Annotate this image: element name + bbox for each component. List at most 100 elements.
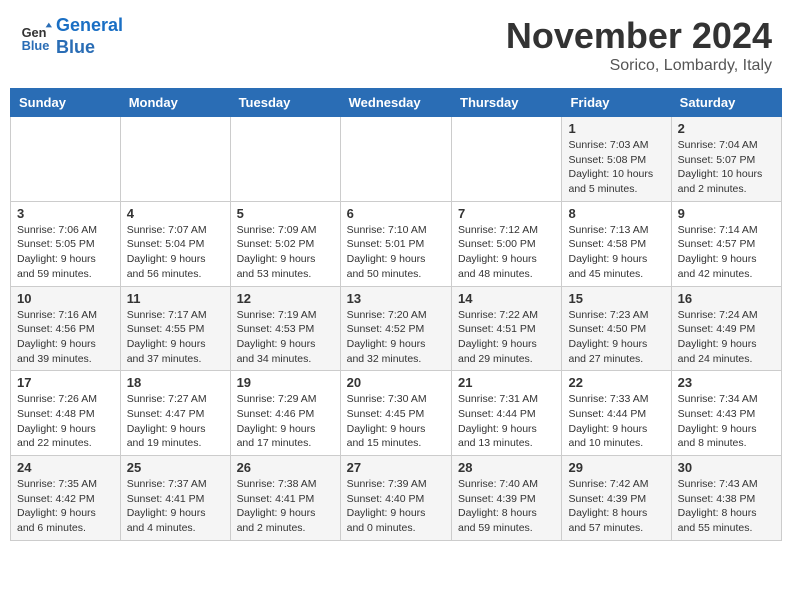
calendar-cell: 6 Sunrise: 7:10 AM Sunset: 5:01 PM Daylig… [340,201,451,286]
calendar-week-row: 1 Sunrise: 7:03 AM Sunset: 5:08 PM Daylig… [11,117,782,202]
day-number: 15 [568,291,664,306]
day-info: Sunrise: 7:10 AM Sunset: 5:01 PM Dayligh… [347,223,445,282]
day-number: 29 [568,460,664,475]
day-info: Sunrise: 7:24 AM Sunset: 4:49 PM Dayligh… [678,308,775,367]
calendar-cell: 5Sunrise: 7:09 AM Sunset: 5:02 PM Daylig… [230,201,340,286]
calendar-cell: 19Sunrise: 7:29 AM Sunset: 4:46 PM Dayli… [230,371,340,456]
calendar-table: SundayMondayTuesdayWednesdayThursdayFrid… [10,88,782,541]
calendar-cell [230,117,340,202]
weekday-header: Sunday [11,89,121,117]
calendar-cell: 17 Sunrise: 7:26 AM Sunset: 4:48 PM Dayli… [11,371,121,456]
day-number: 3 [17,206,114,221]
calendar-cell: 4Sunrise: 7:07 AM Sunset: 5:04 PM Daylig… [120,201,230,286]
calendar-cell: 20 Sunrise: 7:30 AM Sunset: 4:45 PM Dayli… [340,371,451,456]
calendar-header: SundayMondayTuesdayWednesdayThursdayFrid… [11,89,782,117]
calendar-cell: 2 Sunrise: 7:04 AM Sunset: 5:07 PM Daylig… [671,117,781,202]
day-info: Sunrise: 7:16 AM Sunset: 4:56 PM Dayligh… [17,308,114,367]
day-number: 1 [568,121,664,136]
day-info: Sunrise: 7:30 AM Sunset: 4:45 PM Dayligh… [347,392,445,451]
calendar-week-row: 24Sunrise: 7:35 AM Sunset: 4:42 PM Dayli… [11,456,782,541]
calendar-cell: 23 Sunrise: 7:34 AM Sunset: 4:43 PM Dayli… [671,371,781,456]
day-number: 4 [127,206,224,221]
day-number: 27 [347,460,445,475]
weekday-header: Friday [562,89,671,117]
calendar-cell: 26Sunrise: 7:38 AM Sunset: 4:41 PM Dayli… [230,456,340,541]
weekday-header: Monday [120,89,230,117]
calendar-cell [452,117,562,202]
day-info: Sunrise: 7:14 AM Sunset: 4:57 PM Dayligh… [678,223,775,282]
calendar-cell: 24Sunrise: 7:35 AM Sunset: 4:42 PM Dayli… [11,456,121,541]
calendar-cell: 29 Sunrise: 7:42 AM Sunset: 4:39 PM Dayli… [562,456,671,541]
day-number: 16 [678,291,775,306]
day-number: 8 [568,206,664,221]
weekday-header: Saturday [671,89,781,117]
day-info: Sunrise: 7:23 AM Sunset: 4:50 PM Dayligh… [568,308,664,367]
logo: Gen Blue GeneralBlue [20,15,123,58]
day-info: Sunrise: 7:33 AM Sunset: 4:44 PM Dayligh… [568,392,664,451]
calendar-cell: 28 Sunrise: 7:40 AM Sunset: 4:39 PM Dayli… [452,456,562,541]
weekday-header: Wednesday [340,89,451,117]
calendar-cell: 13Sunrise: 7:20 AM Sunset: 4:52 PM Dayli… [340,286,451,371]
day-info: Sunrise: 7:34 AM Sunset: 4:43 PM Dayligh… [678,392,775,451]
day-number: 17 [17,375,114,390]
calendar-cell: 7Sunrise: 7:12 AM Sunset: 5:00 PM Daylig… [452,201,562,286]
page-header: Gen Blue GeneralBlue November 2024 Soric… [10,10,782,80]
calendar-cell: 16 Sunrise: 7:24 AM Sunset: 4:49 PM Dayli… [671,286,781,371]
calendar-body: 1 Sunrise: 7:03 AM Sunset: 5:08 PM Daylig… [11,117,782,541]
day-info: Sunrise: 7:03 AM Sunset: 5:08 PM Dayligh… [568,138,664,197]
day-number: 28 [458,460,555,475]
day-info: Sunrise: 7:12 AM Sunset: 5:00 PM Dayligh… [458,223,555,282]
logo-icon: Gen Blue [20,21,52,53]
calendar-cell: 8 Sunrise: 7:13 AM Sunset: 4:58 PM Daylig… [562,201,671,286]
calendar-cell [120,117,230,202]
calendar-cell: 21 Sunrise: 7:31 AM Sunset: 4:44 PM Dayli… [452,371,562,456]
day-number: 6 [347,206,445,221]
calendar-cell: 27Sunrise: 7:39 AM Sunset: 4:40 PM Dayli… [340,456,451,541]
day-info: Sunrise: 7:43 AM Sunset: 4:38 PM Dayligh… [678,477,775,536]
day-number: 22 [568,375,664,390]
day-info: Sunrise: 7:20 AM Sunset: 4:52 PM Dayligh… [347,308,445,367]
weekday-header: Tuesday [230,89,340,117]
day-number: 18 [127,375,224,390]
day-number: 24 [17,460,114,475]
day-info: Sunrise: 7:13 AM Sunset: 4:58 PM Dayligh… [568,223,664,282]
calendar-week-row: 17 Sunrise: 7:26 AM Sunset: 4:48 PM Dayli… [11,371,782,456]
day-info: Sunrise: 7:31 AM Sunset: 4:44 PM Dayligh… [458,392,555,451]
day-info: Sunrise: 7:42 AM Sunset: 4:39 PM Dayligh… [568,477,664,536]
calendar-cell: 18Sunrise: 7:27 AM Sunset: 4:47 PM Dayli… [120,371,230,456]
calendar-cell: 1 Sunrise: 7:03 AM Sunset: 5:08 PM Daylig… [562,117,671,202]
day-info: Sunrise: 7:29 AM Sunset: 4:46 PM Dayligh… [237,392,334,451]
day-info: Sunrise: 7:22 AM Sunset: 4:51 PM Dayligh… [458,308,555,367]
calendar-cell [11,117,121,202]
day-number: 5 [237,206,334,221]
day-number: 14 [458,291,555,306]
day-info: Sunrise: 7:38 AM Sunset: 4:41 PM Dayligh… [237,477,334,536]
calendar-cell: 25Sunrise: 7:37 AM Sunset: 4:41 PM Dayli… [120,456,230,541]
day-number: 10 [17,291,114,306]
calendar-cell: 15 Sunrise: 7:23 AM Sunset: 4:50 PM Dayli… [562,286,671,371]
day-number: 21 [458,375,555,390]
day-number: 12 [237,291,334,306]
month-title: November 2024 [506,15,772,57]
logo-line2: Blue [56,37,95,57]
calendar-cell: 14 Sunrise: 7:22 AM Sunset: 4:51 PM Dayli… [452,286,562,371]
day-number: 11 [127,291,224,306]
day-info: Sunrise: 7:04 AM Sunset: 5:07 PM Dayligh… [678,138,775,197]
day-number: 9 [678,206,775,221]
title-block: November 2024 Sorico, Lombardy, Italy [506,15,772,75]
calendar-week-row: 10 Sunrise: 7:16 AM Sunset: 4:56 PM Dayli… [11,286,782,371]
location-subtitle: Sorico, Lombardy, Italy [506,57,772,75]
day-number: 2 [678,121,775,136]
calendar-cell: 10 Sunrise: 7:16 AM Sunset: 4:56 PM Dayli… [11,286,121,371]
day-number: 30 [678,460,775,475]
calendar-cell: 3Sunrise: 7:06 AM Sunset: 5:05 PM Daylig… [11,201,121,286]
day-info: Sunrise: 7:40 AM Sunset: 4:39 PM Dayligh… [458,477,555,536]
day-info: Sunrise: 7:19 AM Sunset: 4:53 PM Dayligh… [237,308,334,367]
day-number: 20 [347,375,445,390]
svg-text:Blue: Blue [22,37,50,52]
day-number: 23 [678,375,775,390]
weekday-row: SundayMondayTuesdayWednesdayThursdayFrid… [11,89,782,117]
calendar-cell: 11Sunrise: 7:17 AM Sunset: 4:55 PM Dayli… [120,286,230,371]
day-info: Sunrise: 7:26 AM Sunset: 4:48 PM Dayligh… [17,392,114,451]
calendar-cell: 12 Sunrise: 7:19 AM Sunset: 4:53 PM Dayli… [230,286,340,371]
